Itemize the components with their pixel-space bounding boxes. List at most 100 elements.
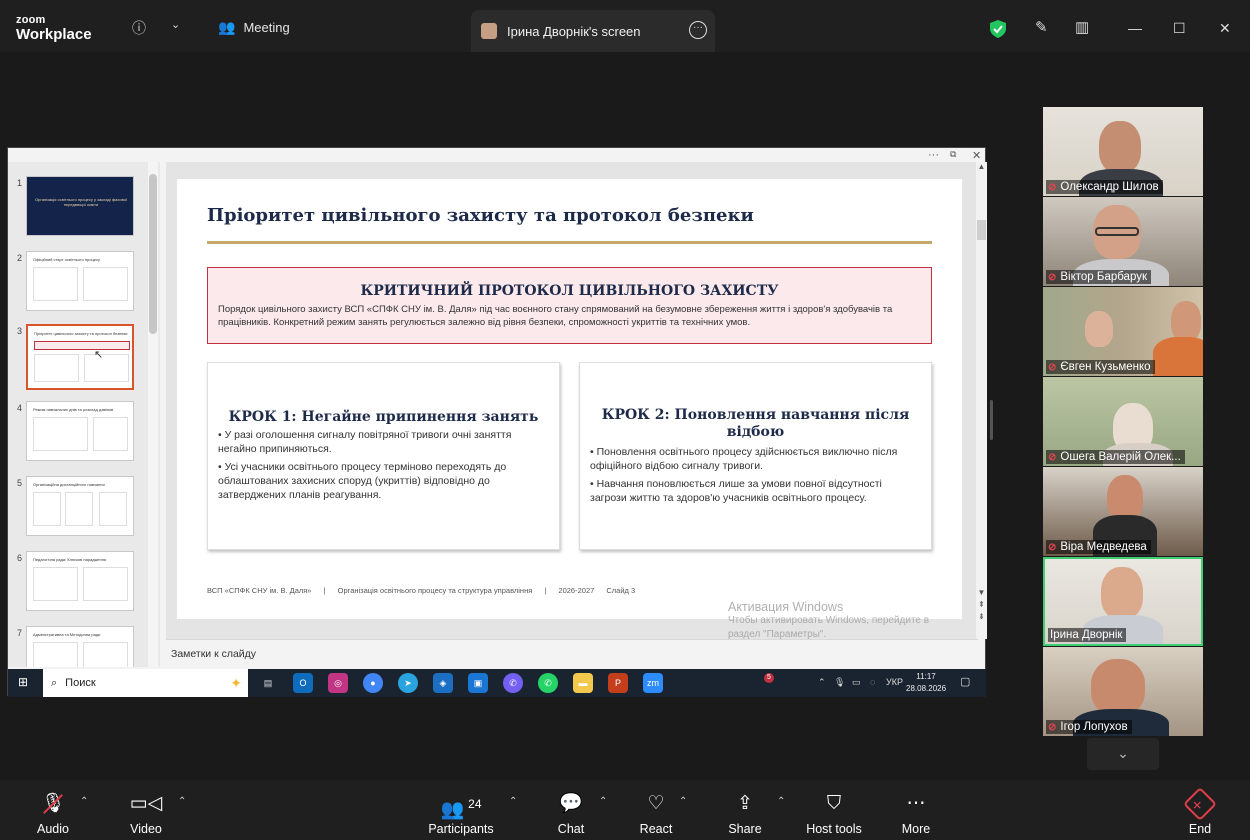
powerpoint-icon[interactable]: P [608,673,628,693]
minimize-icon[interactable]: — [1128,20,1142,36]
audio-button[interactable]: 🎙 Audio [36,792,70,836]
instagram-icon[interactable]: ◎ [328,673,348,693]
scrollbar-thumb[interactable] [149,174,157,334]
more-options-icon[interactable]: ··· [689,21,707,39]
video-button[interactable]: ▭◁ Video [128,792,164,836]
screen-share-tab[interactable]: Ірина Дворнік's screen ··· [471,10,715,52]
meeting-button[interactable]: 👥 Meeting [218,19,290,36]
thumbnail-box [99,492,127,526]
slide-thumbnail[interactable]: Адміністративна та Методична ради [26,626,134,667]
participants-options-caret[interactable]: ⌃ [509,796,517,807]
scroll-down-icon[interactable]: ▼ [976,588,987,597]
notification-center-icon[interactable]: ▢ [960,675,970,688]
close-icon[interactable]: ✕ [1219,20,1231,37]
slide-thumbnail-selected[interactable]: Пріоритет цивільного захисту та протокол… [26,324,134,390]
chat-options-caret[interactable]: ⌃ [599,796,607,807]
thumbnails-scrollbar[interactable] [148,162,158,667]
video-tile[interactable]: ⊘ Олександр Шилов [1043,107,1203,196]
mic-off-icon: ⊘ [1048,451,1057,463]
file-explorer-icon[interactable]: ▬ [573,673,593,693]
magic-wand-icon[interactable]: ✎ [1035,18,1048,36]
whatsapp-icon[interactable]: ✆ [538,673,558,693]
more-button[interactable]: ⋯ More [898,792,934,836]
tray-chevron-icon[interactable]: ⌃ [818,677,826,688]
logo-line2: Workplace [16,26,92,43]
thumbnail-number: 3 [17,326,23,336]
video-tile[interactable]: ⊘ Ошега Валерій Олек... [1043,377,1203,466]
network-tray-icon[interactable]: ◌ [870,677,875,687]
share-button[interactable]: ⇪ Share [727,792,763,836]
notes-placeholder: Заметки к слайду [171,648,257,660]
more-icon[interactable]: ··· [928,149,939,161]
slide-thumbnail[interactable]: Офіційний старт освітнього процесу [26,251,134,311]
host-tools-button[interactable]: ⛉ Host tools [804,792,864,836]
step1-heading: КРОК 1: Негайне припинення занять [228,409,539,425]
windows-start-icon[interactable]: ⊞ [18,676,31,689]
thumbnail-box [83,567,128,601]
taskbar-search[interactable]: ⌕ Поиск ✦ [43,669,248,697]
slide-thumbnail[interactable]: Режим навчальних днів та розклад дзвінкі… [26,401,134,461]
critical-heading: КРИТИЧНИЙ ПРОТОКОЛ ЦИВІЛЬНОГО ЗАХИСТУ [360,283,779,299]
store-icon[interactable]: ▣ [468,673,488,693]
participant-name-tag: ⊘ Ігор Лопухов [1046,720,1132,734]
viber-icon[interactable]: ✆ [503,673,523,693]
next-slide-icon[interactable]: ⇟ [976,612,987,621]
thumbnail-row[interactable]: 7 Адміністративна та Методична ради [8,626,158,667]
slide-title: Пріоритет цивільного захисту та протокол… [207,205,754,226]
display-tray-icon[interactable]: ▭ [852,677,861,688]
slide-thumbnail[interactable]: Організаційна дистанційного навчання [26,476,134,536]
outlook-icon[interactable]: O [293,673,313,693]
slide-thumbnail[interactable]: Педагогічна рада: Ключові нарадження [26,551,134,611]
thumbnail-row[interactable]: 3 Пріоритет цивільного захисту та проток… [8,324,158,390]
restore-icon[interactable]: ⧉ [950,149,956,160]
chevron-down-icon[interactable]: ⌄ [171,18,180,31]
step1-card: КРОК 1: Негайне припинення занять • У ра… [207,362,560,550]
video-label: Video [130,822,162,836]
telegram-icon[interactable]: ➤ [398,673,418,693]
end-meeting-button[interactable]: End [1182,787,1218,836]
prev-slide-icon[interactable]: ⇞ [976,600,987,609]
clock[interactable]: 11:17 28.08.2026 [906,671,946,695]
host-shield-icon: ⛉ [826,793,842,814]
thumbnail-row[interactable]: 2 Офіційний старт освітнього процесу [8,251,158,313]
close-pane-icon[interactable]: ✕ [972,149,981,162]
layout-icon[interactable]: ▥ [1075,18,1089,36]
zoom-app-icon[interactable]: zm [643,673,663,693]
video-options-caret[interactable]: ⌃ [178,796,186,807]
thumbnail-row[interactable]: 1 Організація освітнього процесу у закла… [8,176,158,238]
current-slide[interactable]: Пріоритет цивільного захисту та протокол… [177,179,962,619]
react-options-caret[interactable]: ⌃ [679,796,687,807]
participant-name-tag: Ірина Дворнік [1048,628,1127,642]
maximize-icon[interactable]: ☐ [1173,20,1186,37]
scroll-up-icon[interactable]: ▲ [976,162,987,171]
splitter-handle[interactable] [990,400,993,440]
scrollbar-thumb[interactable] [977,220,986,240]
task-view-icon[interactable]: ▤ [258,673,278,693]
react-button[interactable]: ♡ React [638,792,674,836]
thumbnail-box [93,417,128,451]
thumbnail-row[interactable]: 4 Режим навчальних днів та розклад дзвін… [8,401,158,463]
notes-pane[interactable]: Заметки к слайду [166,639,978,668]
footer-year: 2026-2027 [558,586,595,595]
video-tile[interactable]: ⊘ Ігор Лопухов [1043,647,1203,736]
video-tile[interactable]: ⊘ Віра Медведева [1043,467,1203,556]
microphone-tray-icon[interactable]: 🎙 [834,677,845,688]
participants-button[interactable]: 👥 24 Participants [428,792,494,836]
chrome-icon[interactable]: ● [363,673,383,693]
glasses [1095,227,1139,236]
info-icon[interactable]: ⓘ [132,18,146,38]
slide-scrollbar[interactable] [976,162,987,639]
video-tile-active-speaker[interactable]: Ірина Дворнік [1043,557,1203,646]
shield-check-icon[interactable] [990,20,1006,38]
slide-thumbnail[interactable]: Організація освітнього процесу у закладі… [26,176,134,236]
chat-button[interactable]: 💬 Chat [553,792,589,836]
language-indicator[interactable]: УКР [886,677,903,687]
shield-app-icon[interactable]: ◈ [433,673,453,693]
video-tile[interactable]: ⊘ Євген Кузьменко [1043,287,1203,376]
thumbnail-row[interactable]: 5 Організаційна дистанційного навчання [8,476,158,538]
audio-options-caret[interactable]: ⌃ [80,796,88,807]
share-options-caret[interactable]: ⌃ [777,796,785,807]
thumbnail-row[interactable]: 6 Педагогічна рада: Ключові нарадження [8,551,158,613]
video-tile[interactable]: ⊘ Віктор Барбарук [1043,197,1203,286]
gallery-scroll-down-button[interactable]: ⌄ [1087,738,1159,770]
